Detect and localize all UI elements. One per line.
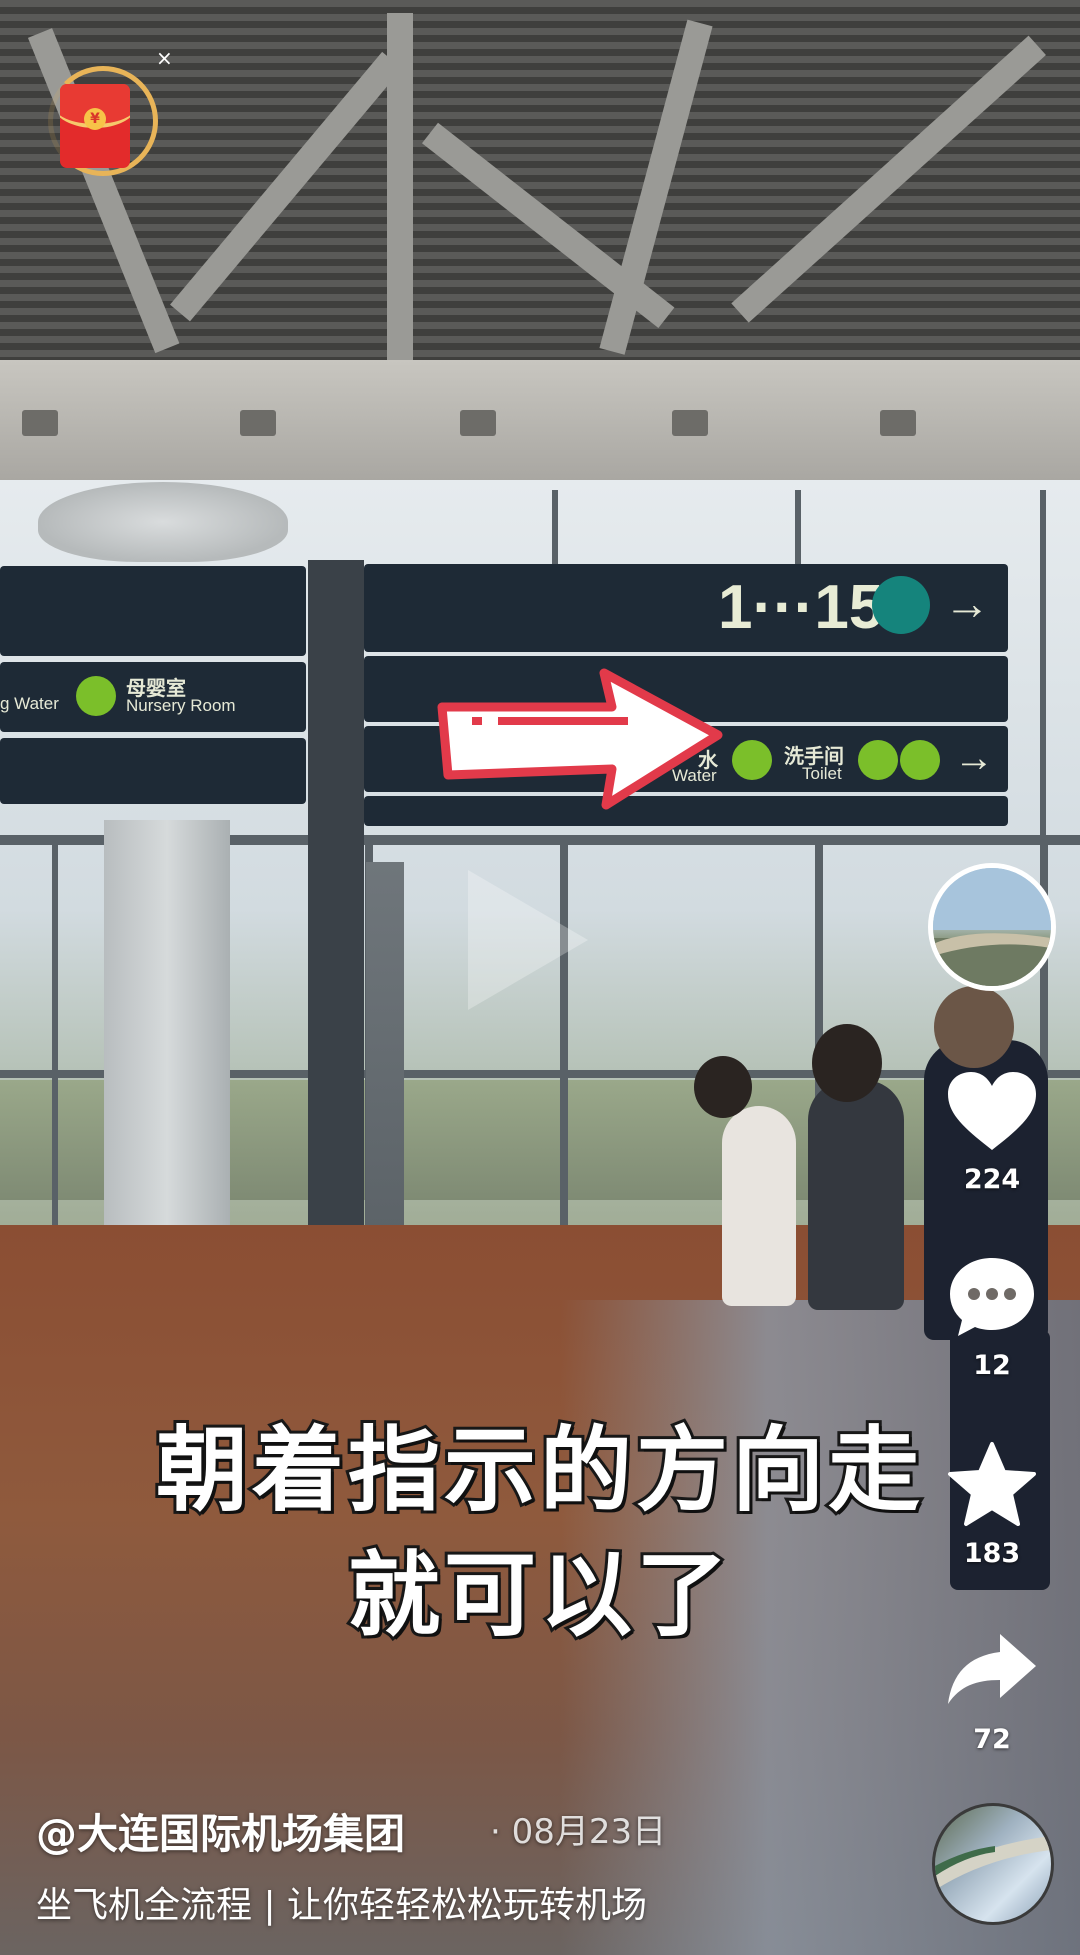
person — [722, 1106, 796, 1306]
video-player[interactable]: g Water 母婴室 Nursery Room 1···15 → 水 Wate… — [0, 0, 1080, 1955]
window-frame — [52, 835, 58, 1245]
departure-icon — [872, 576, 930, 634]
comment-button[interactable]: 12 — [928, 1254, 1056, 1381]
sign-nursery-en: Nursery Room — [126, 696, 236, 715]
share-icon — [948, 1634, 1036, 1704]
person-head — [694, 1056, 752, 1118]
overlay-arrow-icon — [437, 668, 723, 810]
ceiling-vent — [240, 410, 276, 436]
red-envelope-icon[interactable]: ¥ — [60, 84, 130, 168]
star-icon — [948, 1442, 1036, 1526]
favorite-button[interactable]: 183 — [928, 1440, 1056, 1569]
close-icon[interactable]: × — [156, 46, 173, 70]
comment-icon — [950, 1258, 1034, 1336]
window-frame — [552, 490, 558, 570]
post-description: 坐飞机全流程 | 让你轻轻松松玩转机场 — [36, 1885, 648, 1926]
like-count: 224 — [963, 1164, 1021, 1195]
restroom-icon — [900, 740, 940, 780]
ceiling-vent — [460, 410, 496, 436]
window-frame — [1040, 490, 1046, 835]
comment-count: 12 — [973, 1350, 1011, 1381]
person — [808, 1080, 904, 1310]
ceiling-vent — [880, 410, 916, 436]
sign-arrow-gates: → — [944, 577, 990, 629]
ceiling-lamp — [38, 482, 288, 562]
post-date: · 08月23日 — [490, 1812, 667, 1852]
author-avatar[interactable] — [928, 863, 1056, 991]
ceiling-vent — [672, 410, 708, 436]
play-icon[interactable] — [468, 870, 588, 1010]
sign-gate-range: 1···15 — [718, 573, 884, 642]
window-frame — [795, 490, 801, 570]
subtitle-line-2: 就可以了 — [345, 1542, 732, 1649]
red-packet-widget[interactable]: ¥ — [48, 58, 160, 192]
speaker-column — [366, 862, 404, 1232]
subtitle-line-1: 朝着指示的方向走 — [153, 1417, 924, 1524]
drinking-water-icon — [732, 740, 772, 780]
accessible-icon — [858, 740, 898, 780]
sign-arrow-facilities: → — [954, 736, 994, 780]
share-button[interactable]: 72 — [928, 1630, 1056, 1755]
like-button[interactable]: 224 — [928, 1068, 1056, 1195]
music-disc-icon[interactable] — [932, 1803, 1054, 1925]
direction-sign-left-bottom — [0, 738, 306, 804]
pillar — [104, 820, 230, 1230]
ceiling-vent — [22, 410, 58, 436]
person-head — [934, 986, 1014, 1068]
heart-icon — [948, 1072, 1036, 1150]
nursery-icon — [76, 676, 116, 716]
sign-toilet-en: Toilet — [802, 764, 842, 783]
favorite-count: 183 — [963, 1538, 1021, 1569]
direction-sign-left-top — [0, 566, 306, 656]
ceiling-truss — [387, 13, 413, 373]
sign-post — [308, 560, 364, 1230]
author-name[interactable]: @大连国际机场集团 — [36, 1800, 405, 1860]
sign-water-en: g Water — [0, 694, 59, 713]
ceiling-beam — [0, 360, 1080, 480]
person-head — [812, 1024, 882, 1102]
share-count: 72 — [973, 1724, 1011, 1755]
